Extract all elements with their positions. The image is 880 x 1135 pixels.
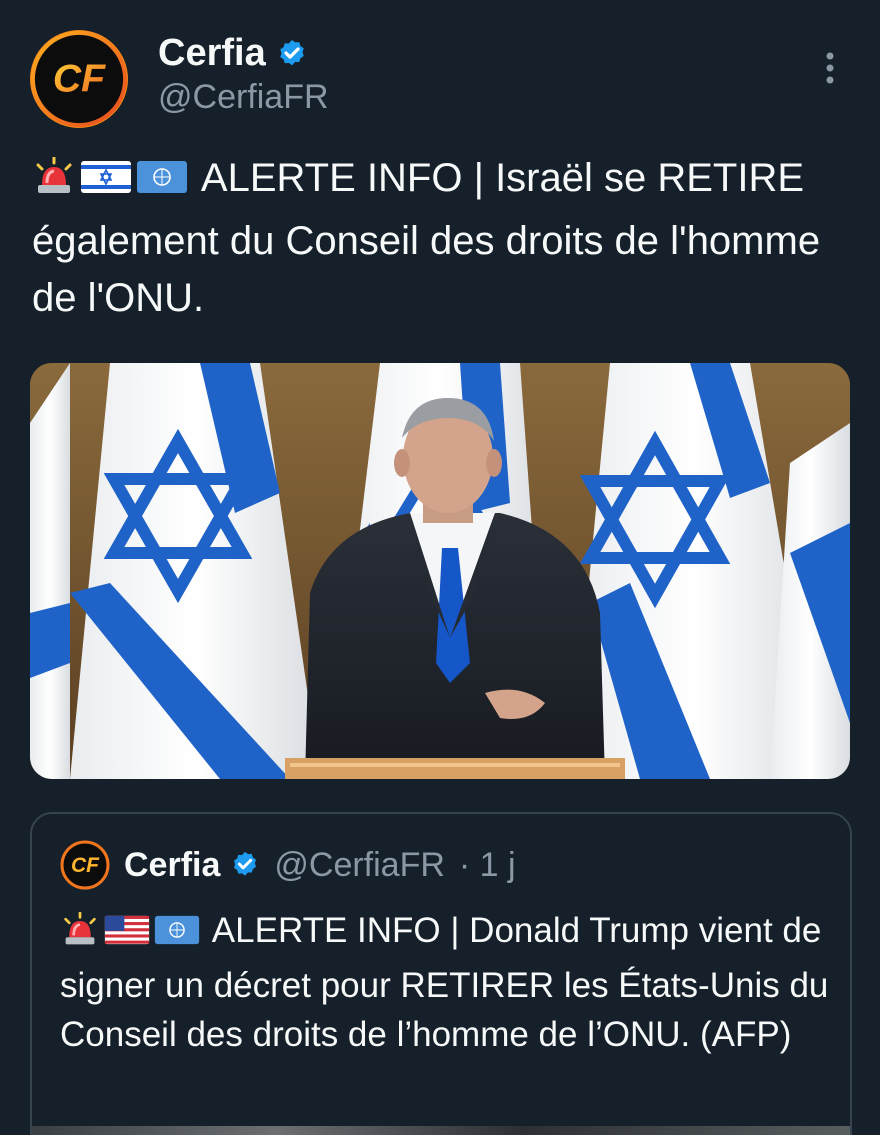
israeli-flag-left-edge: [30, 363, 70, 779]
podium: [285, 758, 625, 779]
avatar-logo-text: CF: [53, 58, 106, 101]
cerfia-logo-icon: CF: [60, 840, 110, 890]
police-light-icon: [60, 911, 100, 961]
quoted-tweet-time: · 1 j: [458, 845, 516, 884]
quoted-tweet-card[interactable]: CF Cerfia @CerfiaFR · 1 j ALERTE INFO | …: [30, 812, 852, 1135]
author-name-row: Cerfia: [158, 32, 308, 75]
quoted-author-display-name: Cerfia: [124, 845, 221, 884]
quoted-tweet-media-preview[interactable]: [32, 1126, 850, 1135]
author-handle[interactable]: @CerfiaFR: [158, 78, 329, 117]
quoted-avatar-logo-text: CF: [71, 854, 100, 877]
tweet: CF Cerfia @CerfiaFR ALERTE INFO | Israël…: [0, 0, 880, 1135]
tweet-media-photo[interactable]: [30, 363, 850, 779]
more-vertical-icon[interactable]: [815, 50, 845, 90]
police-light-icon: [32, 156, 76, 213]
flag-un-icon: [154, 912, 200, 961]
flag-israel-icon: [80, 156, 132, 213]
flag-usa-icon: [104, 912, 150, 961]
quoted-tweet-header: CF Cerfia @CerfiaFR · 1 j: [60, 840, 516, 890]
quoted-tweet-text: ALERTE INFO | Donald Trump vient de sign…: [60, 906, 830, 1059]
flag-un-icon: [136, 156, 188, 213]
author-display-name[interactable]: Cerfia: [158, 32, 266, 75]
cerfia-logo-icon: CF: [30, 30, 128, 128]
quoted-author-avatar: CF: [60, 840, 110, 890]
verified-badge-icon: [230, 850, 260, 880]
photo-image: [30, 363, 850, 779]
quoted-author-handle: @CerfiaFR: [274, 845, 445, 884]
tweet-text: ALERTE INFO | Israël se RETIRE également…: [32, 150, 852, 327]
author-avatar[interactable]: CF: [30, 30, 128, 128]
verified-badge-icon: [276, 38, 308, 70]
